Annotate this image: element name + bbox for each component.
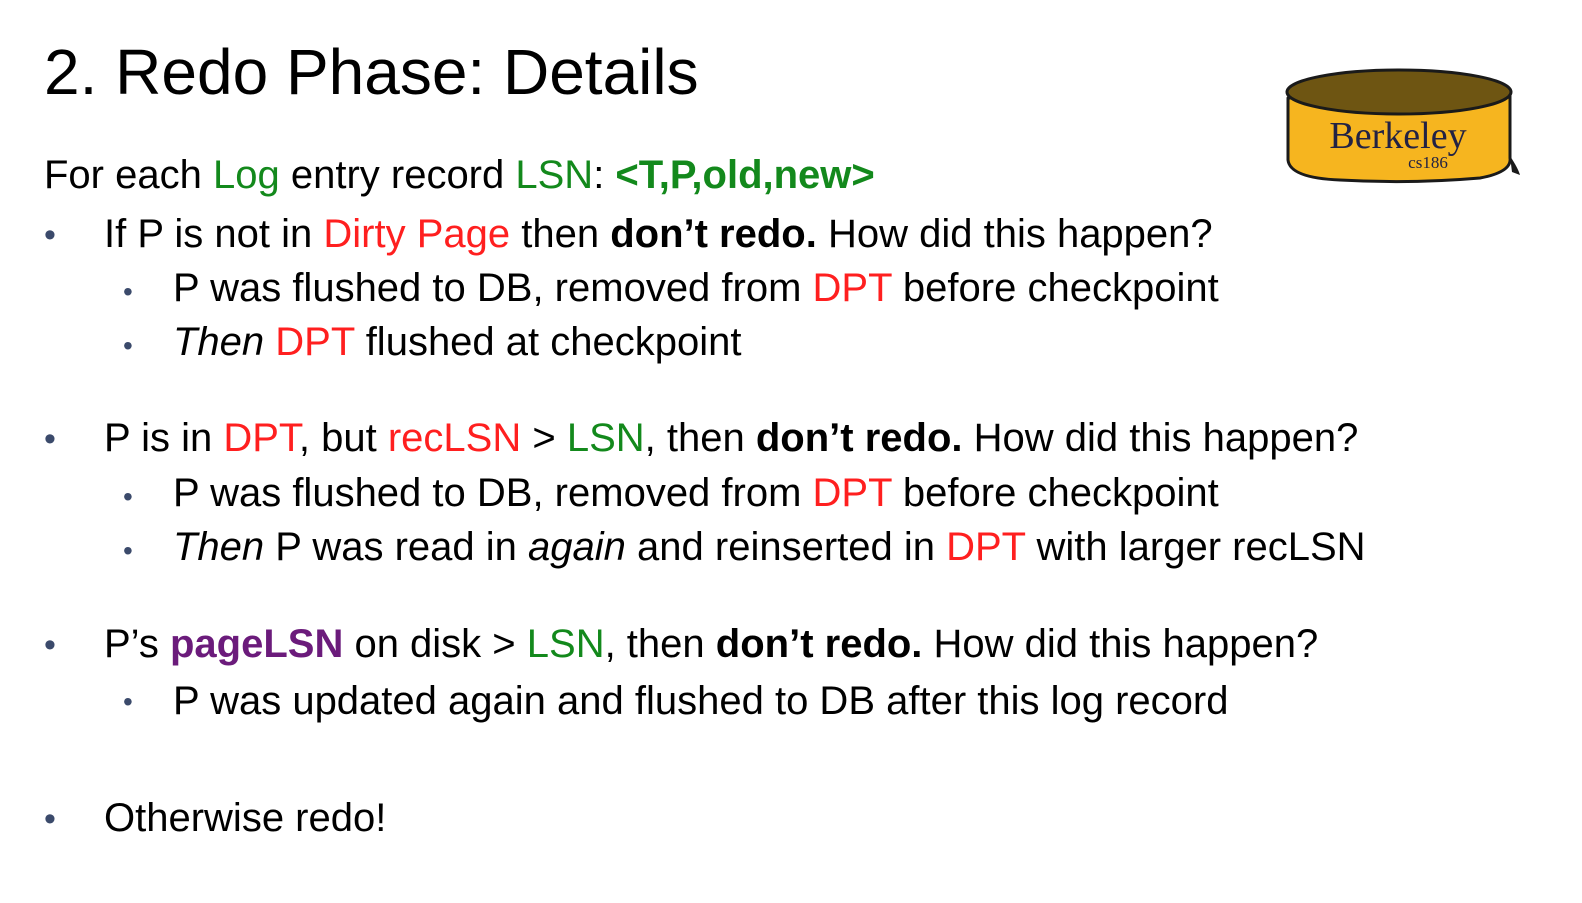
intro-log: Log [212,153,280,197]
sub-text: before checkpoint [891,266,1219,310]
intro-line: For each Log entry record LSN: <T,P,old,… [44,155,875,195]
sub-text-italic: Then [173,525,265,569]
bullet-3: P’s pageLSN on disk > LSN, then don’t re… [104,624,1318,664]
bullet-text: > [521,416,567,460]
bullet-text: on disk > [343,622,527,666]
bullet-marker: • [44,626,56,664]
bullet-3-sub-1: P was updated again and flushed to DB af… [173,681,1229,721]
bullet-text: P is in [104,416,224,460]
dpt-term: DPT [812,266,892,310]
bullet-text: How did this happen? [816,212,1213,256]
bullet-4: Otherwise redo! [104,798,386,838]
sub-text-italic: again [528,525,626,569]
sub-text [264,320,275,364]
sub-text: P was flushed to DB, removed from [173,471,813,515]
sub-text: P was flushed to DB, removed from [173,266,813,310]
sub-text: and reinserted in [625,525,947,569]
reclsn-term: recLSN [387,416,522,460]
bullet-2: P is in DPT, but recLSN > LSN, then don’… [104,418,1358,458]
bullet-2-sub-1: P was flushed to DB, removed from DPT be… [173,473,1219,513]
bullet-text: , but [298,416,388,460]
sub-text-italic: Then [173,320,265,364]
intro-text: entry record [279,153,516,197]
intro-text: For each [44,153,213,197]
bullet-text: If P is not in [104,212,324,256]
intro-tuple: <T,P,old,new> [615,153,875,197]
sub-bullet-marker: • [123,276,133,307]
intro-text: : [593,153,616,197]
bullet-text: , then [644,416,756,460]
bullet-text: P’s [104,622,170,666]
bullet-text: , then [604,622,716,666]
sub-text: flushed at checkpoint [354,320,742,364]
bullet-text: then [510,212,611,256]
bullet-marker: • [44,420,56,458]
sub-bullet-marker: • [123,481,133,512]
dpt-term: DPT [223,416,299,460]
bullet-marker: • [44,216,56,254]
slide-title: 2. Redo Phase: Details [44,36,699,108]
sub-text: with larger recLSN [1025,525,1366,569]
sub-bullet-marker: • [123,535,133,566]
intro-lsn: LSN [515,153,594,197]
dirty-page-term: Dirty Page [323,212,511,256]
sub-bullet-marker: • [123,686,133,717]
pagelsn-term: pageLSN [169,622,344,666]
dpt-term: DPT [946,525,1026,569]
bullet-1: If P is not in Dirty Page then don’t red… [104,214,1213,254]
bullet-text: Otherwise redo! [104,796,387,840]
bullet-1-sub-2: Then DPT flushed at checkpoint [173,322,742,362]
dont-redo-text: don’t redo. [755,416,963,460]
logo-course: cs186 [1408,153,1448,172]
lsn-term: LSN [566,416,645,460]
dont-redo-text: don’t redo. [610,212,817,256]
bullet-text: How did this happen? [922,622,1319,666]
logo-wordmark: Berkeley [1329,115,1466,157]
dpt-term: DPT [812,471,892,515]
berkeley-cs186-logo: Berkeley cs186 [1285,68,1520,184]
sub-text: P was read in [264,525,529,569]
bullet-2-sub-2: Then P was read in again and reinserted … [173,527,1366,567]
lsn-term: LSN [526,622,605,666]
sub-text: P was updated again and flushed to DB af… [173,679,1229,723]
dpt-term: DPT [275,320,355,364]
bullet-1-sub-1: P was flushed to DB, removed from DPT be… [173,268,1219,308]
bullet-text: How did this happen? [962,416,1359,460]
bullet-marker: • [44,800,56,838]
sub-bullet-marker: • [123,330,133,361]
dont-redo-text: don’t redo. [715,622,923,666]
sub-text: before checkpoint [891,471,1219,515]
